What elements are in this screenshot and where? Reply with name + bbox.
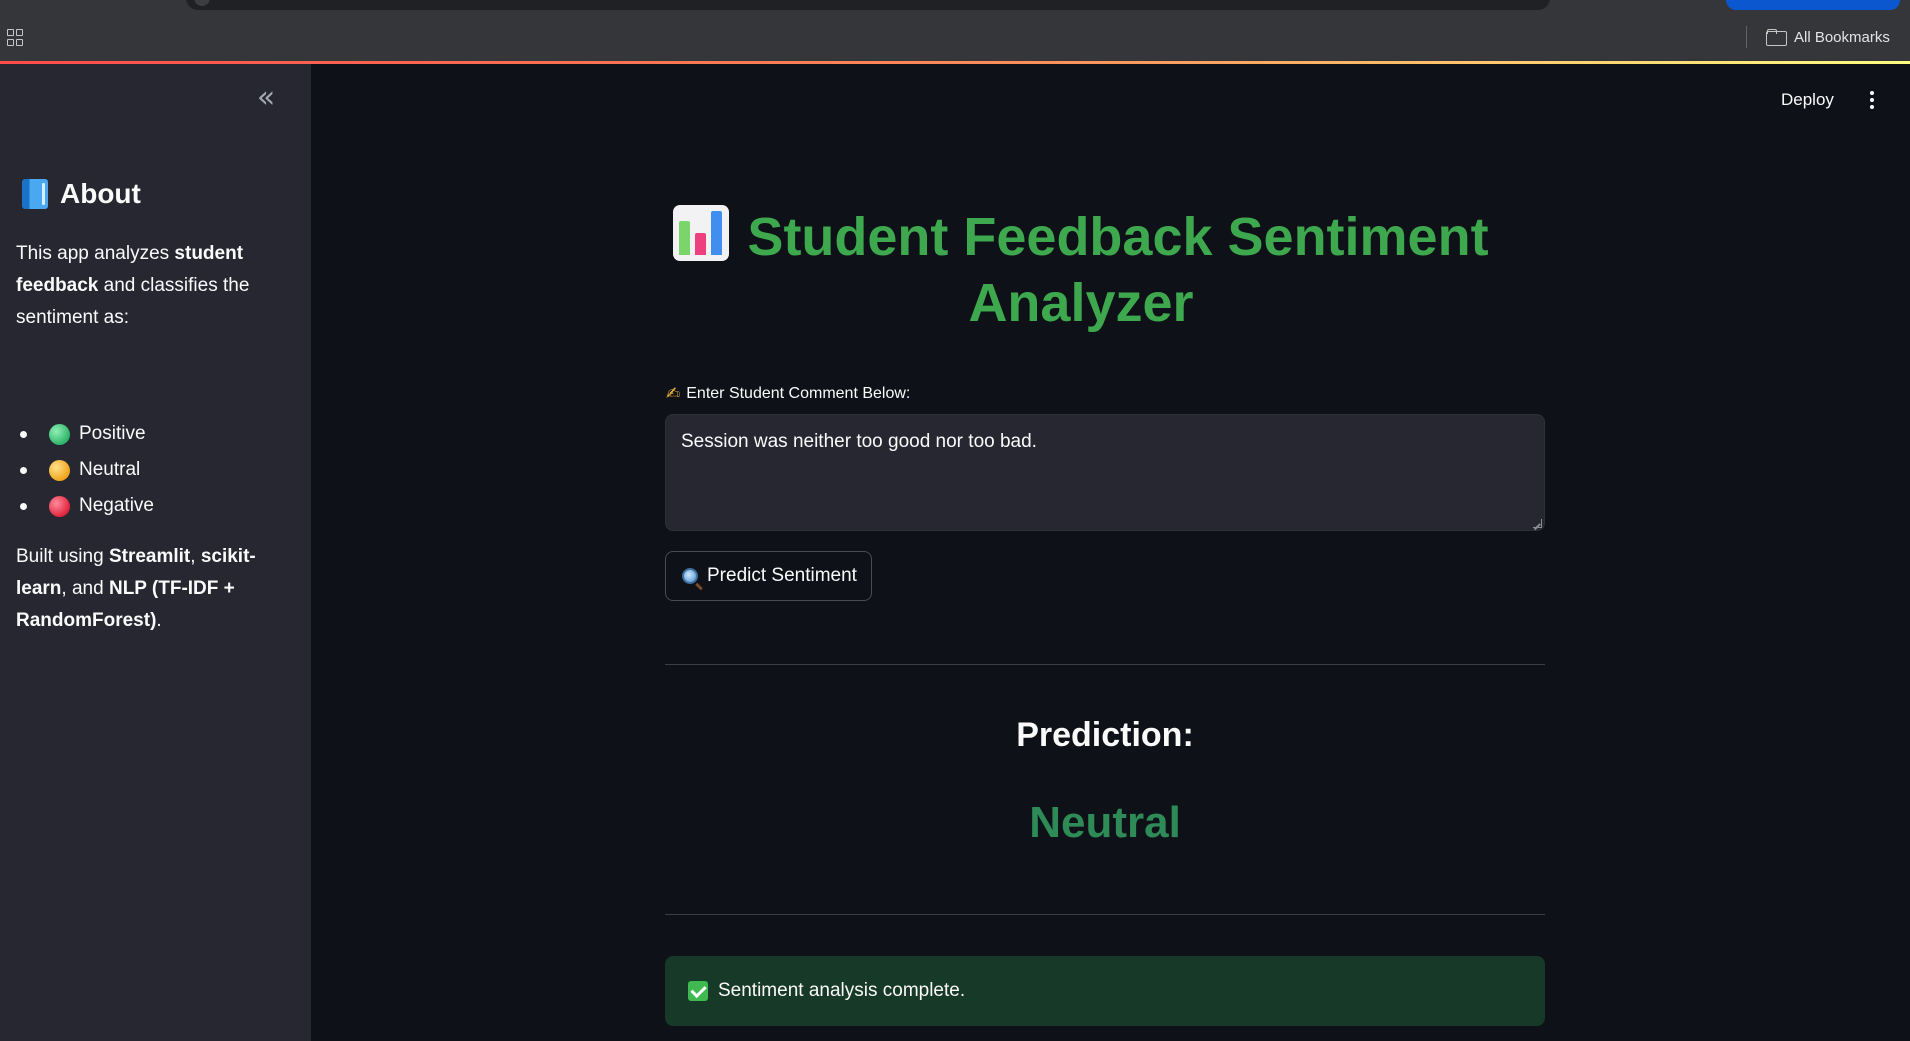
check-mark-icon bbox=[688, 981, 708, 1001]
resize-handle-icon[interactable] bbox=[1533, 519, 1542, 528]
divider bbox=[665, 664, 1545, 665]
profile-button[interactable] bbox=[1726, 0, 1900, 10]
about-text-part: This app analyzes bbox=[16, 243, 175, 264]
page-title: Student Feedback Sentiment Analyzer bbox=[641, 204, 1521, 336]
sentiment-label: Negative bbox=[79, 495, 154, 516]
collapse-sidebar-icon[interactable]: « bbox=[252, 83, 280, 114]
site-info-icon[interactable] bbox=[194, 0, 210, 6]
all-bookmarks-label: All Bookmarks bbox=[1794, 28, 1890, 46]
sentiment-label: Positive bbox=[79, 423, 146, 444]
predict-button-label: Predict Sentiment bbox=[707, 565, 857, 586]
browser-toolbar: All Bookmarks bbox=[0, 0, 1910, 62]
folder-icon bbox=[1766, 29, 1787, 46]
list-item-neutral: Neutral bbox=[16, 452, 154, 488]
comment-textarea[interactable]: Session was neither too good nor too bad… bbox=[665, 414, 1545, 531]
blue-book-icon bbox=[22, 179, 48, 209]
sentiment-list: Positive Neutral Negative bbox=[16, 416, 154, 524]
writing-hand-icon: ✍ bbox=[666, 384, 681, 403]
comment-input-label: ✍ Enter Student Comment Below: bbox=[666, 384, 910, 404]
yellow-circle-icon bbox=[49, 459, 70, 481]
bookmarks-separator bbox=[1746, 26, 1747, 48]
built-text-bold: Streamlit bbox=[108, 546, 191, 567]
built-text-part: , and bbox=[61, 578, 109, 599]
about-heading: About bbox=[22, 178, 141, 210]
sidebar: « About This app analyzes student feedba… bbox=[0, 64, 311, 1041]
red-circle-icon bbox=[49, 495, 70, 517]
apps-grid-icon[interactable] bbox=[7, 29, 25, 47]
green-circle-icon bbox=[49, 423, 70, 445]
deploy-button[interactable]: Deploy bbox=[1781, 84, 1834, 116]
address-bar[interactable] bbox=[186, 0, 1550, 10]
divider bbox=[665, 914, 1545, 915]
comment-textarea-value: Session was neither too good nor too bad… bbox=[681, 431, 1037, 452]
list-item-negative: Negative bbox=[16, 488, 154, 524]
page-title-text: Student Feedback Sentiment Analyzer bbox=[747, 207, 1489, 333]
prediction-heading: Prediction: bbox=[1016, 716, 1194, 754]
prediction-result: Neutral bbox=[1029, 798, 1181, 847]
built-using-text: Built using Streamlit, scikit-learn, and… bbox=[16, 541, 278, 637]
success-alert: Sentiment analysis complete. bbox=[665, 956, 1545, 1026]
about-description: This app analyzes student feedback and c… bbox=[16, 238, 278, 334]
built-text-part: Built using bbox=[16, 546, 109, 567]
sentiment-label: Neutral bbox=[79, 459, 141, 480]
main-content: Deploy Student Feedback Sentiment Analyz… bbox=[311, 64, 1910, 1041]
about-title-text: About bbox=[60, 178, 141, 209]
list-item-positive: Positive bbox=[16, 416, 154, 452]
predict-sentiment-button[interactable]: Predict Sentiment bbox=[665, 551, 872, 601]
bar-chart-icon bbox=[673, 205, 730, 261]
magnifying-glass-icon bbox=[682, 568, 698, 584]
built-text-part: . bbox=[156, 610, 162, 631]
built-text-part: , bbox=[190, 546, 201, 567]
success-message: Sentiment analysis complete. bbox=[718, 980, 966, 1001]
comment-input-label-text: Enter Student Comment Below: bbox=[686, 385, 911, 402]
all-bookmarks-button[interactable]: All Bookmarks bbox=[1766, 24, 1890, 50]
main-menu-icon[interactable] bbox=[1862, 86, 1882, 114]
